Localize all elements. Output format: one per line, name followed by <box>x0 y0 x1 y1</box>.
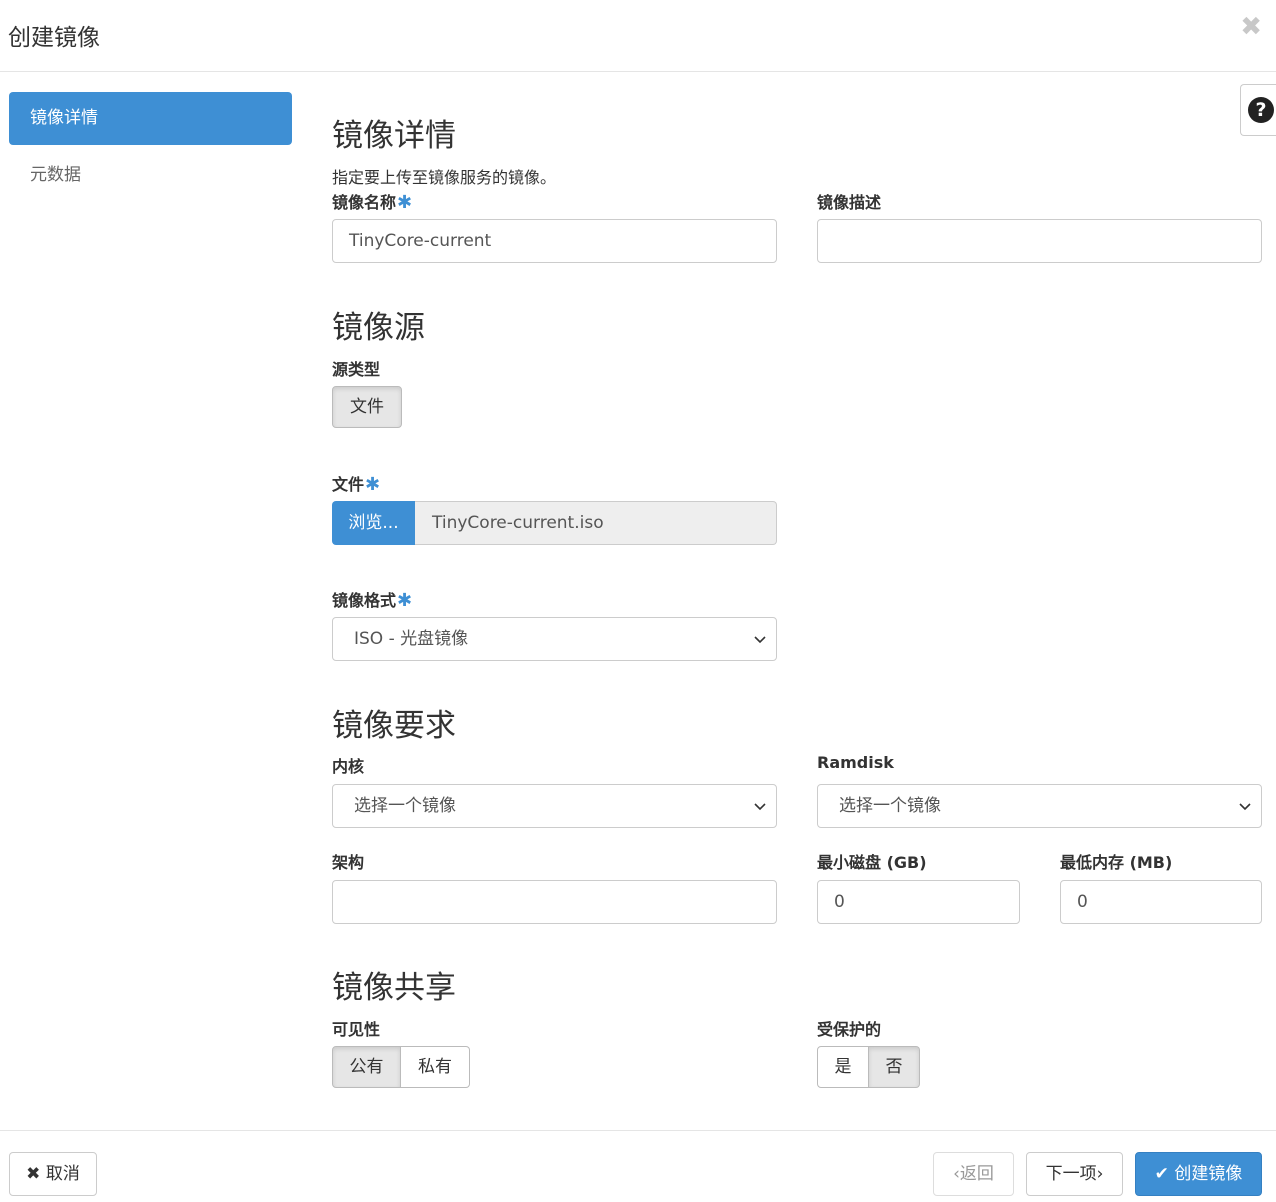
visibility-public-button[interactable]: 公有 <box>332 1046 401 1088</box>
section-heading-details: 镜像详情 <box>332 118 456 154</box>
file-picker: 浏览... TinyCore-current.iso <box>332 501 777 545</box>
kernel-label: 内核 <box>332 757 365 776</box>
create-image-button[interactable]: ✔ 创建镜像 <box>1135 1152 1262 1196</box>
sidebar-item-metadata[interactable]: 元数据 <box>9 149 292 202</box>
chevron-left-icon: ‹ <box>953 1164 960 1184</box>
image-format-value: ISO - 光盘镜像 <box>354 629 469 649</box>
image-name-input[interactable]: TinyCore-current <box>332 219 777 263</box>
protected-toggle: 是 否 <box>817 1046 920 1088</box>
kernel-select[interactable]: 选择一个镜像 <box>332 784 777 828</box>
create-image-label: 创建镜像 <box>1174 1164 1243 1184</box>
architecture-label: 架构 <box>332 853 365 872</box>
file-label-text: 文件 <box>332 475 365 494</box>
image-description-label: 镜像描述 <box>817 193 882 212</box>
protected-no-button[interactable]: 否 <box>869 1046 920 1088</box>
image-description-input[interactable] <box>817 219 1262 263</box>
cancel-label: 取消 <box>45 1164 80 1184</box>
section-description: 指定要上传至镜像服务的镜像。 <box>332 168 557 187</box>
back-button[interactable]: ‹返回 <box>933 1152 1014 1196</box>
architecture-input[interactable] <box>332 880 777 924</box>
modal-header: 创建镜像 ✖ <box>0 0 1276 72</box>
cancel-button[interactable]: ✖ 取消 <box>9 1152 97 1196</box>
section-heading-sharing: 镜像共享 <box>332 970 456 1006</box>
image-format-label: 镜像格式✱ <box>332 587 412 611</box>
x-icon: ✖ <box>26 1164 41 1184</box>
section-heading-requirements: 镜像要求 <box>332 708 456 744</box>
chevron-down-icon <box>1239 803 1251 811</box>
help-icon: ? <box>1248 97 1274 123</box>
source-type-label: 源类型 <box>332 360 381 379</box>
image-name-label-text: 镜像名称 <box>332 193 397 212</box>
check-icon: ✔ <box>1154 1164 1169 1184</box>
section-heading-source: 镜像源 <box>332 310 425 346</box>
chevron-down-icon <box>754 803 766 811</box>
sidebar-item-image-details[interactable]: 镜像详情 <box>9 92 292 145</box>
min-disk-label: 最小磁盘 (GB) <box>817 853 927 872</box>
ramdisk-label: Ramdisk <box>817 753 894 772</box>
help-button[interactable]: ? <box>1240 84 1276 136</box>
chevron-right-icon: › <box>1096 1164 1104 1184</box>
required-icon: ✱ <box>397 590 413 611</box>
chevron-down-icon <box>754 636 766 644</box>
image-format-label-text: 镜像格式 <box>332 591 397 610</box>
min-ram-label: 最低内存 (MB) <box>1060 853 1173 872</box>
kernel-value: 选择一个镜像 <box>354 796 456 816</box>
next-button[interactable]: 下一项› <box>1026 1152 1123 1196</box>
modal-title: 创建镜像 <box>8 25 100 51</box>
close-icon[interactable]: ✖ <box>1240 14 1262 40</box>
file-name-field: TinyCore-current.iso <box>415 501 777 545</box>
source-type-file-button[interactable]: 文件 <box>332 386 402 428</box>
file-label: 文件✱ <box>332 471 380 495</box>
min-ram-input[interactable]: 0 <box>1060 880 1262 924</box>
image-name-label: 镜像名称✱ <box>332 189 412 213</box>
protected-yes-button[interactable]: 是 <box>817 1046 869 1088</box>
required-icon: ✱ <box>397 192 413 213</box>
modal-footer: ✖ 取消 ‹返回 下一项› ✔ 创建镜像 <box>0 1130 1276 1202</box>
visibility-private-button[interactable]: 私有 <box>401 1046 470 1088</box>
ramdisk-select[interactable]: 选择一个镜像 <box>817 784 1262 828</box>
wizard-sidebar: 镜像详情 元数据 <box>9 92 292 206</box>
protected-label: 受保护的 <box>817 1020 882 1039</box>
ramdisk-value: 选择一个镜像 <box>839 796 941 816</box>
next-label: 下一项 <box>1045 1164 1097 1184</box>
image-format-select[interactable]: ISO - 光盘镜像 <box>332 617 777 661</box>
min-disk-input[interactable]: 0 <box>817 880 1020 924</box>
browse-button[interactable]: 浏览... <box>332 501 415 545</box>
visibility-toggle: 公有 私有 <box>332 1046 470 1088</box>
visibility-label: 可见性 <box>332 1020 381 1039</box>
required-icon: ✱ <box>365 474 381 495</box>
back-label: 返回 <box>959 1164 994 1184</box>
